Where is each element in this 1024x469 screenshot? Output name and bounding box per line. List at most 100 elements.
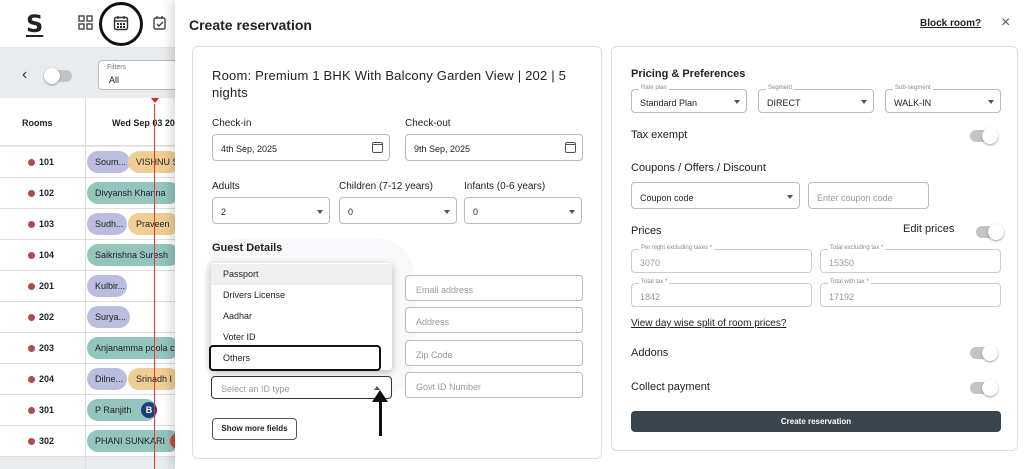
chevron-down-icon	[988, 100, 994, 104]
per-night-value: 3070	[640, 258, 661, 268]
subsegment-select[interactable]: Sub-segment WALK-IN	[885, 85, 1001, 113]
id-option-aadhar[interactable]: Aadhar	[211, 306, 392, 327]
govt-id-placeholder: Govt ID Number	[416, 382, 482, 392]
checkin-value: 4th Sep, 2025	[221, 144, 278, 154]
tax-exempt-toggle[interactable]	[970, 128, 998, 144]
calendar-check-icon[interactable]	[152, 15, 168, 31]
total-excl-tax-field[interactable]: Total excluding tax * 15350	[820, 245, 1001, 273]
booking-pill[interactable]: Sudh...	[87, 213, 127, 235]
children-value: 0	[348, 207, 354, 217]
checkout-label: Check-out	[405, 118, 451, 129]
segment-value: DIRECT	[767, 98, 801, 108]
show-more-fields-button[interactable]: Show more fields	[212, 418, 297, 440]
create-reservation-button[interactable]: Create reservation	[631, 411, 1001, 432]
booking-pill[interactable]: Saikrishna Suresh	[87, 244, 180, 266]
room-row: 204 Dilne... Srinadh I	[0, 364, 180, 395]
per-night-field[interactable]: Per night excluding taxes * 3070	[631, 245, 812, 273]
rate-plan-value: Standard Plan	[640, 98, 698, 108]
govt-id-field[interactable]: Govt ID Number	[405, 372, 583, 398]
coupon-code-input[interactable]: Enter coupon code	[808, 182, 929, 209]
booking-pill[interactable]: Kulbir...	[87, 275, 127, 297]
id-option-drivers-license[interactable]: Drivers License	[211, 285, 392, 306]
booking-pill[interactable]: Dilne...	[87, 368, 127, 390]
day-wise-split-link[interactable]: View day wise split of room prices?	[631, 318, 786, 329]
booking-pill[interactable]: PHANI SUNKARI	[87, 430, 180, 452]
room-row: 103 Sudh... Praveen	[0, 209, 180, 240]
chevron-down-icon	[317, 210, 323, 214]
children-select[interactable]: 0	[339, 197, 457, 224]
chevron-down-icon	[787, 195, 793, 199]
rooms-column-header: Rooms	[22, 118, 53, 128]
email-placeholder: Email address	[416, 285, 474, 295]
room-row: 301 P Ranjith B	[0, 395, 180, 426]
modal-title: Create reservation	[189, 17, 312, 33]
room-number: 103	[28, 219, 54, 229]
calendar-icon[interactable]	[372, 142, 383, 153]
room-row: 101 Soum... VISHNU S	[0, 147, 180, 178]
booking-pill[interactable]: Anjanamma poola c	[87, 337, 180, 359]
date-column-header: Wed Sep 03 20	[112, 118, 175, 128]
segment-select[interactable]: Segment DIRECT	[758, 85, 874, 113]
checkin-label: Check-in	[212, 118, 252, 129]
grid-icon[interactable]	[78, 15, 94, 31]
total-excl-tax-label: Total excluding tax *	[828, 245, 886, 251]
filters-value: All	[109, 75, 120, 85]
addons-toggle[interactable]	[970, 345, 998, 361]
room-number: 204	[28, 374, 54, 384]
top-bar: S	[0, 0, 180, 48]
highlight-circle	[99, 2, 143, 46]
filters-select[interactable]: Filters All	[98, 60, 180, 90]
booking-pill[interactable]: Surya...	[87, 306, 130, 328]
id-type-select[interactable]: Select an ID type	[211, 376, 392, 399]
block-room-link[interactable]: Block room?	[920, 18, 981, 29]
booking-pill[interactable]: Divyansh Khanna	[87, 182, 180, 204]
room-number: 101	[28, 157, 54, 167]
id-option-passport[interactable]: Passport	[211, 264, 392, 285]
chevron-down-icon	[569, 210, 575, 214]
email-field[interactable]: Email address	[405, 275, 583, 301]
booking-pill[interactable]: Soum...	[87, 151, 130, 173]
calendar-icon[interactable]	[565, 142, 576, 153]
total-with-tax-label: Total with tax *	[828, 279, 871, 285]
app-logo[interactable]: S	[26, 10, 43, 38]
checkin-field[interactable]: 4th Sep, 2025	[212, 134, 390, 161]
today-line	[154, 104, 155, 469]
view-toggle[interactable]	[44, 68, 72, 84]
room-number: 104	[28, 250, 54, 260]
edit-prices-toggle[interactable]	[976, 224, 1004, 240]
total-tax-field[interactable]: Total tax * 1842	[631, 279, 812, 307]
total-with-tax-value: 17192	[829, 292, 855, 302]
close-icon[interactable]: ×	[1001, 14, 1010, 32]
coupon-code-select[interactable]: Coupon code	[631, 182, 800, 209]
children-label: Children (7-12 years)	[339, 181, 433, 192]
rate-plan-select[interactable]: Rate plan Standard Plan	[631, 85, 747, 113]
zip-code-field[interactable]: Zip Code	[405, 340, 583, 366]
chevron-down-icon	[444, 210, 450, 214]
room-number: 202	[28, 312, 54, 322]
coupon-select-value: Coupon code	[640, 193, 694, 203]
room-number: 102	[28, 188, 54, 198]
segment-label: Segment	[766, 85, 795, 91]
total-tax-value: 1842	[640, 292, 661, 302]
room-number: 201	[28, 281, 54, 291]
address-field[interactable]: Address	[405, 307, 583, 333]
adults-select[interactable]: 2	[212, 197, 330, 224]
collect-payment-toggle[interactable]	[970, 380, 998, 396]
coupons-title: Coupons / Offers / Discount	[631, 162, 766, 174]
address-placeholder: Address	[416, 317, 450, 327]
infants-select[interactable]: 0	[464, 197, 582, 224]
collect-payment-label: Collect payment	[631, 381, 710, 393]
room-row: 102 Divyansh Khanna	[0, 178, 180, 209]
rate-plan-label: Rate plan	[639, 85, 669, 91]
column-divider	[85, 98, 86, 469]
pointer-arrow-shaft	[379, 398, 382, 436]
checkout-field[interactable]: 9th Sep, 2025	[405, 134, 583, 161]
guest-details-title: Guest Details	[212, 242, 283, 254]
checkout-value: 9th Sep, 2025	[414, 144, 471, 154]
subsegment-value: WALK-IN	[894, 98, 932, 108]
total-with-tax-field[interactable]: Total with tax * 17192	[820, 279, 1001, 307]
room-row: 201 Kulbir...	[0, 271, 180, 302]
room-row: 302 PHANI SUNKARI	[0, 426, 180, 457]
back-arrow-icon[interactable]: ‹	[22, 66, 27, 84]
room-number: 301	[28, 405, 54, 415]
